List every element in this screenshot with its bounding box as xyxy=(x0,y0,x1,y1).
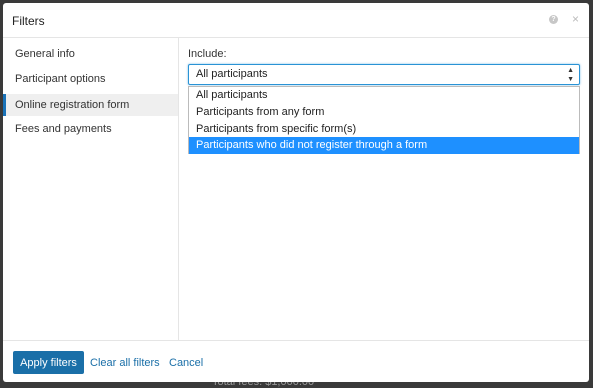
close-icon[interactable]: × xyxy=(572,12,579,26)
include-select-value: All participants xyxy=(196,68,268,80)
sidebar-item-participant-options[interactable]: Participant options xyxy=(3,68,178,90)
cancel-link[interactable]: Cancel xyxy=(169,357,203,369)
dialog-header: Filters ? × xyxy=(3,3,589,38)
dialog-title: Filters xyxy=(12,14,45,28)
filter-content: Include: All participants ▲ ▼ All partici… xyxy=(179,38,589,340)
select-arrows-icon: ▲ ▼ xyxy=(567,67,574,83)
filters-dialog: Filters ? × General info Participant opt… xyxy=(3,3,589,382)
option-all-participants[interactable]: All participants xyxy=(189,87,579,104)
include-select[interactable]: All participants ▲ ▼ xyxy=(188,64,580,85)
option-any-form[interactable]: Participants from any form xyxy=(189,104,579,121)
option-specific-forms[interactable]: Participants from specific form(s) xyxy=(189,121,579,138)
dialog-footer: Apply filters Clear all filters Cancel xyxy=(3,340,589,382)
help-icon[interactable]: ? xyxy=(549,15,558,24)
option-no-form[interactable]: Participants who did not register throug… xyxy=(189,137,579,154)
sidebar-item-fees-and-payments[interactable]: Fees and payments xyxy=(3,118,178,140)
apply-filters-button[interactable]: Apply filters xyxy=(13,351,84,374)
sidebar-item-general-info[interactable]: General info xyxy=(3,43,178,65)
sidebar-item-online-registration-form[interactable]: Online registration form xyxy=(3,94,178,116)
filter-sidebar: General info Participant options Online … xyxy=(3,38,179,340)
clear-all-filters-link[interactable]: Clear all filters xyxy=(90,357,160,369)
include-dropdown-list: All participants Participants from any f… xyxy=(188,86,580,154)
include-label: Include: xyxy=(188,48,227,60)
